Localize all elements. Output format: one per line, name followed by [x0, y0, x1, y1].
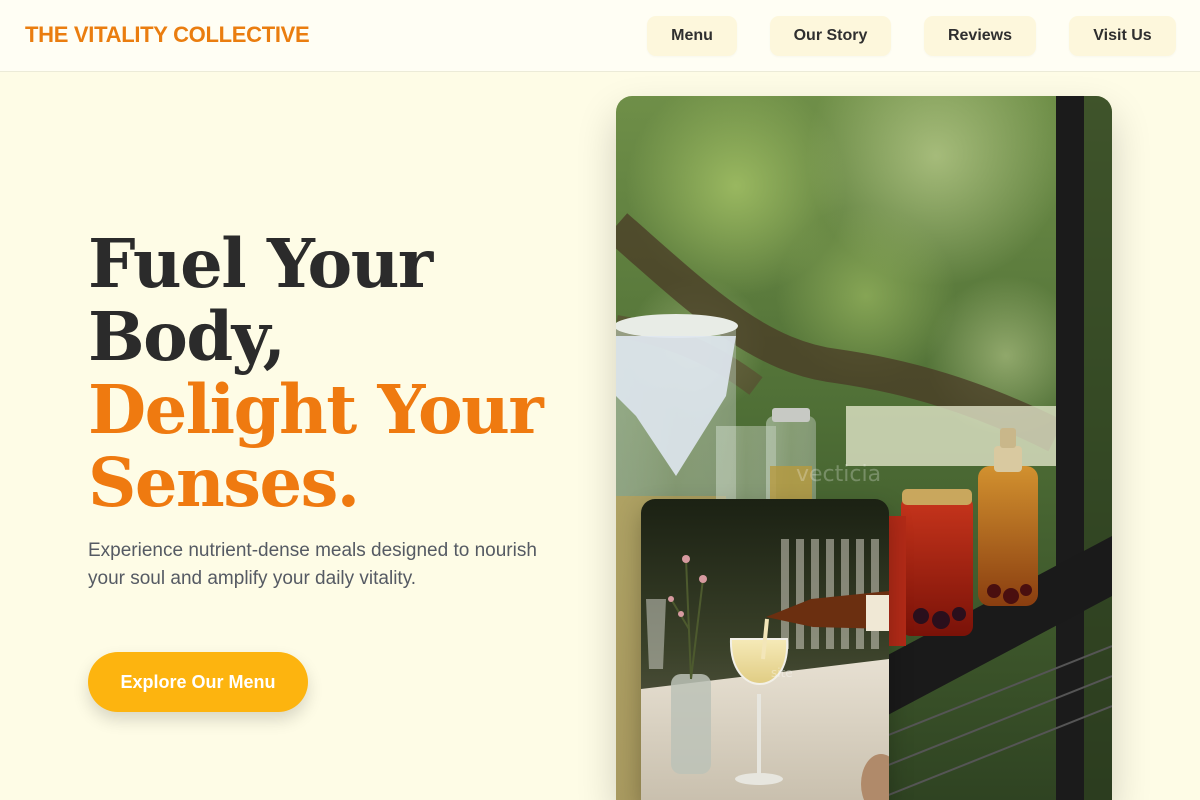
explore-menu-button[interactable]: Explore Our Menu: [88, 652, 308, 712]
hero-title-line-3: Delight Your: [88, 370, 544, 449]
nav-reviews-button[interactable]: Reviews: [924, 16, 1036, 56]
site-logo[interactable]: THE VITALITY COLLECTIVE: [25, 22, 310, 48]
hero-subtitle: Experience nutrient-dense meals designed…: [88, 540, 537, 589]
hero-title-line-1: Fuel Your: [88, 224, 433, 303]
nav-visit-us-button[interactable]: Visit Us: [1069, 16, 1176, 56]
hero-title-line-4: Senses.: [88, 443, 360, 522]
nav-our-story-button[interactable]: Our Story: [770, 16, 891, 56]
svg-text:vecticia: vecticia: [796, 462, 881, 487]
hero-title-line-2: Body,: [88, 297, 286, 376]
hero-title: Fuel Your Body, Delight Your Senses.: [88, 224, 544, 522]
inset-photo: site: [641, 499, 889, 800]
site-header: THE VITALITY COLLECTIVE Menu Our Story R…: [0, 0, 1200, 72]
nav-menu-button[interactable]: Menu: [647, 16, 737, 56]
svg-text:site: site: [771, 666, 793, 680]
